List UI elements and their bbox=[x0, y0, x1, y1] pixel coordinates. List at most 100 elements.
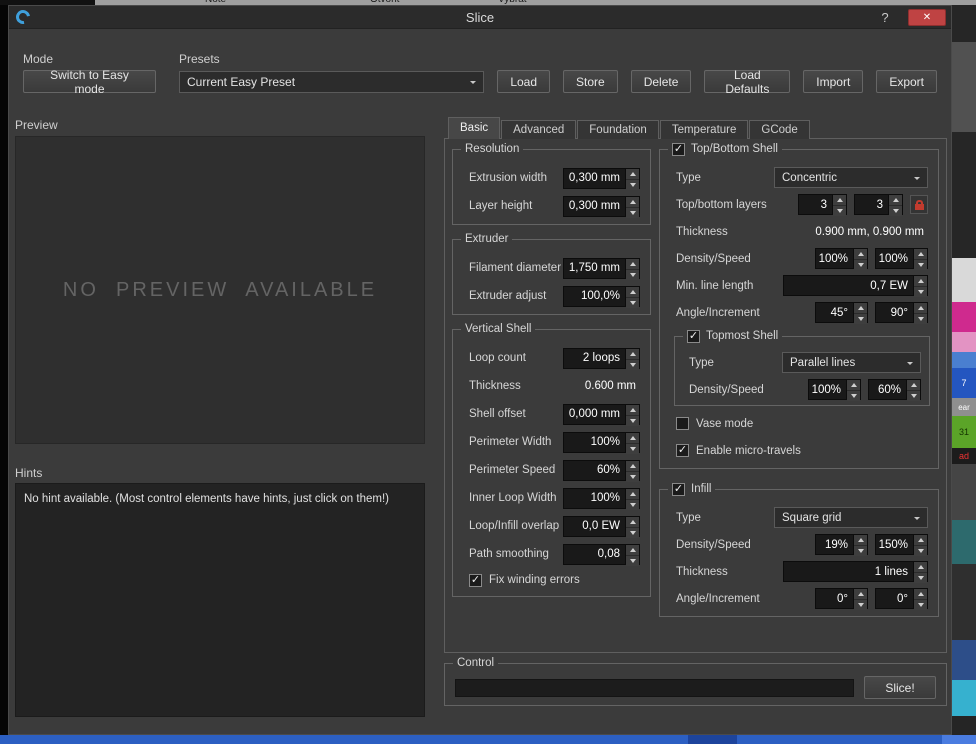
filament-diameter-spinner[interactable] bbox=[625, 258, 640, 279]
spin-down-icon[interactable] bbox=[626, 499, 639, 510]
store-button[interactable]: Store bbox=[563, 70, 618, 93]
inner-loop-width-input[interactable]: 100% bbox=[563, 488, 640, 509]
infill-density-spinner[interactable] bbox=[853, 534, 868, 555]
tbs-angle-value[interactable]: 45° bbox=[815, 302, 853, 323]
export-button[interactable]: Export bbox=[876, 70, 937, 93]
spin-up-icon[interactable] bbox=[626, 287, 639, 297]
infill-thickness-value[interactable]: 1 lines bbox=[783, 561, 913, 582]
infill-type-select[interactable]: Square grid bbox=[774, 507, 928, 528]
spin-up-icon[interactable] bbox=[914, 535, 927, 545]
spin-down-icon[interactable] bbox=[626, 179, 639, 190]
import-button[interactable]: Import bbox=[803, 70, 863, 93]
extrusion-width-value[interactable]: 0,300 mm bbox=[563, 168, 625, 189]
spin-down-icon[interactable] bbox=[914, 599, 927, 610]
enable-micro-travels-checkbox[interactable]: ✓ bbox=[676, 444, 689, 457]
topmost-density-input[interactable]: 100% bbox=[808, 379, 861, 400]
shell-offset-value[interactable]: 0,000 mm bbox=[563, 404, 625, 425]
tbs-density-value[interactable]: 100% bbox=[815, 248, 853, 269]
topmost-density-value[interactable]: 100% bbox=[808, 379, 846, 400]
spin-up-icon[interactable] bbox=[889, 195, 902, 205]
infill-angle-input[interactable]: 0° bbox=[815, 588, 868, 609]
spin-up-icon[interactable] bbox=[833, 195, 846, 205]
infill-thickness-input[interactable]: 1 lines bbox=[783, 561, 928, 582]
perimeter-width-input[interactable]: 100% bbox=[563, 432, 640, 453]
spin-down-icon[interactable] bbox=[833, 205, 846, 216]
spin-up-icon[interactable] bbox=[854, 249, 867, 259]
spin-down-icon[interactable] bbox=[626, 415, 639, 426]
inner-loop-width-spinner[interactable] bbox=[625, 488, 640, 509]
tbs-layers-top-input[interactable]: 3 bbox=[798, 194, 847, 215]
spin-up-icon[interactable] bbox=[626, 489, 639, 499]
spin-down-icon[interactable] bbox=[626, 297, 639, 308]
perimeter-width-spinner[interactable] bbox=[625, 432, 640, 453]
close-button[interactable]: ✕ bbox=[908, 9, 946, 26]
fix-winding-errors-checkbox[interactable]: ✓ bbox=[469, 574, 482, 587]
tbs-density-input[interactable]: 100% bbox=[815, 248, 868, 269]
spin-up-icon[interactable] bbox=[626, 545, 639, 555]
filament-diameter-input[interactable]: 1,750 mm bbox=[563, 258, 640, 279]
spin-down-icon[interactable] bbox=[907, 390, 920, 401]
infill-speed-input[interactable]: 150% bbox=[875, 534, 928, 555]
min-line-length-spinner[interactable] bbox=[913, 275, 928, 296]
tbs-layers-bottom-input[interactable]: 3 bbox=[854, 194, 903, 215]
tbs-speed-spinner[interactable] bbox=[913, 248, 928, 269]
infill-increment-spinner[interactable] bbox=[913, 588, 928, 609]
lock-layers-button[interactable] bbox=[910, 195, 928, 214]
tbs-angle-spinner[interactable] bbox=[853, 302, 868, 323]
spin-down-icon[interactable] bbox=[914, 313, 927, 324]
help-button[interactable]: ? bbox=[877, 10, 893, 25]
layer-height-value[interactable]: 0,300 mm bbox=[563, 196, 625, 217]
spin-down-icon[interactable] bbox=[626, 555, 639, 566]
perimeter-width-value[interactable]: 100% bbox=[563, 432, 625, 453]
perimeter-speed-value[interactable]: 60% bbox=[563, 460, 625, 481]
perimeter-speed-spinner[interactable] bbox=[625, 460, 640, 481]
spin-down-icon[interactable] bbox=[914, 572, 927, 583]
infill-increment-input[interactable]: 0° bbox=[875, 588, 928, 609]
topmost-speed-spinner[interactable] bbox=[906, 379, 921, 400]
loop-infill-overlap-spinner[interactable] bbox=[625, 516, 640, 537]
topmost-speed-value[interactable]: 60% bbox=[868, 379, 906, 400]
spin-down-icon[interactable] bbox=[626, 269, 639, 280]
spin-down-icon[interactable] bbox=[854, 545, 867, 556]
infill-speed-spinner[interactable] bbox=[913, 534, 928, 555]
spin-up-icon[interactable] bbox=[626, 349, 639, 359]
spin-down-icon[interactable] bbox=[626, 527, 639, 538]
spin-down-icon[interactable] bbox=[914, 545, 927, 556]
tbs-increment-input[interactable]: 90° bbox=[875, 302, 928, 323]
filament-diameter-value[interactable]: 1,750 mm bbox=[563, 258, 625, 279]
tbs-layers-top-spinner[interactable] bbox=[832, 194, 847, 215]
topmost-density-spinner[interactable] bbox=[846, 379, 861, 400]
loop-count-input[interactable]: 2 loops bbox=[563, 348, 640, 369]
topmost-speed-input[interactable]: 60% bbox=[868, 379, 921, 400]
path-smoothing-value[interactable]: 0,08 bbox=[563, 544, 625, 565]
spin-up-icon[interactable] bbox=[626, 433, 639, 443]
topmost-shell-checkbox[interactable]: ✓ bbox=[687, 330, 700, 343]
infill-thickness-spinner[interactable] bbox=[913, 561, 928, 582]
slice-button[interactable]: Slice! bbox=[864, 676, 936, 699]
infill-checkbox[interactable]: ✓ bbox=[672, 483, 685, 496]
spin-down-icon[interactable] bbox=[854, 313, 867, 324]
infill-angle-value[interactable]: 0° bbox=[815, 588, 853, 609]
infill-increment-value[interactable]: 0° bbox=[875, 588, 913, 609]
spin-up-icon[interactable] bbox=[914, 249, 927, 259]
spin-up-icon[interactable] bbox=[626, 197, 639, 207]
layer-height-input[interactable]: 0,300 mm bbox=[563, 196, 640, 217]
tab-foundation[interactable]: Foundation bbox=[577, 120, 659, 139]
perimeter-speed-input[interactable]: 60% bbox=[563, 460, 640, 481]
spin-up-icon[interactable] bbox=[626, 461, 639, 471]
shell-offset-input[interactable]: 0,000 mm bbox=[563, 404, 640, 425]
inner-loop-width-value[interactable]: 100% bbox=[563, 488, 625, 509]
extruder-adjust-spinner[interactable] bbox=[625, 286, 640, 307]
loop-count-spinner[interactable] bbox=[625, 348, 640, 369]
tbs-angle-input[interactable]: 45° bbox=[815, 302, 868, 323]
tbs-type-select[interactable]: Concentric bbox=[774, 167, 928, 188]
loop-infill-overlap-value[interactable]: 0,0 EW bbox=[563, 516, 625, 537]
topmost-type-select[interactable]: Parallel lines bbox=[782, 352, 921, 373]
extruder-adjust-input[interactable]: 100,0% bbox=[563, 286, 640, 307]
spin-up-icon[interactable] bbox=[854, 589, 867, 599]
spin-up-icon[interactable] bbox=[914, 303, 927, 313]
path-smoothing-input[interactable]: 0,08 bbox=[563, 544, 640, 565]
spin-down-icon[interactable] bbox=[854, 599, 867, 610]
spin-down-icon[interactable] bbox=[626, 359, 639, 370]
infill-speed-value[interactable]: 150% bbox=[875, 534, 913, 555]
